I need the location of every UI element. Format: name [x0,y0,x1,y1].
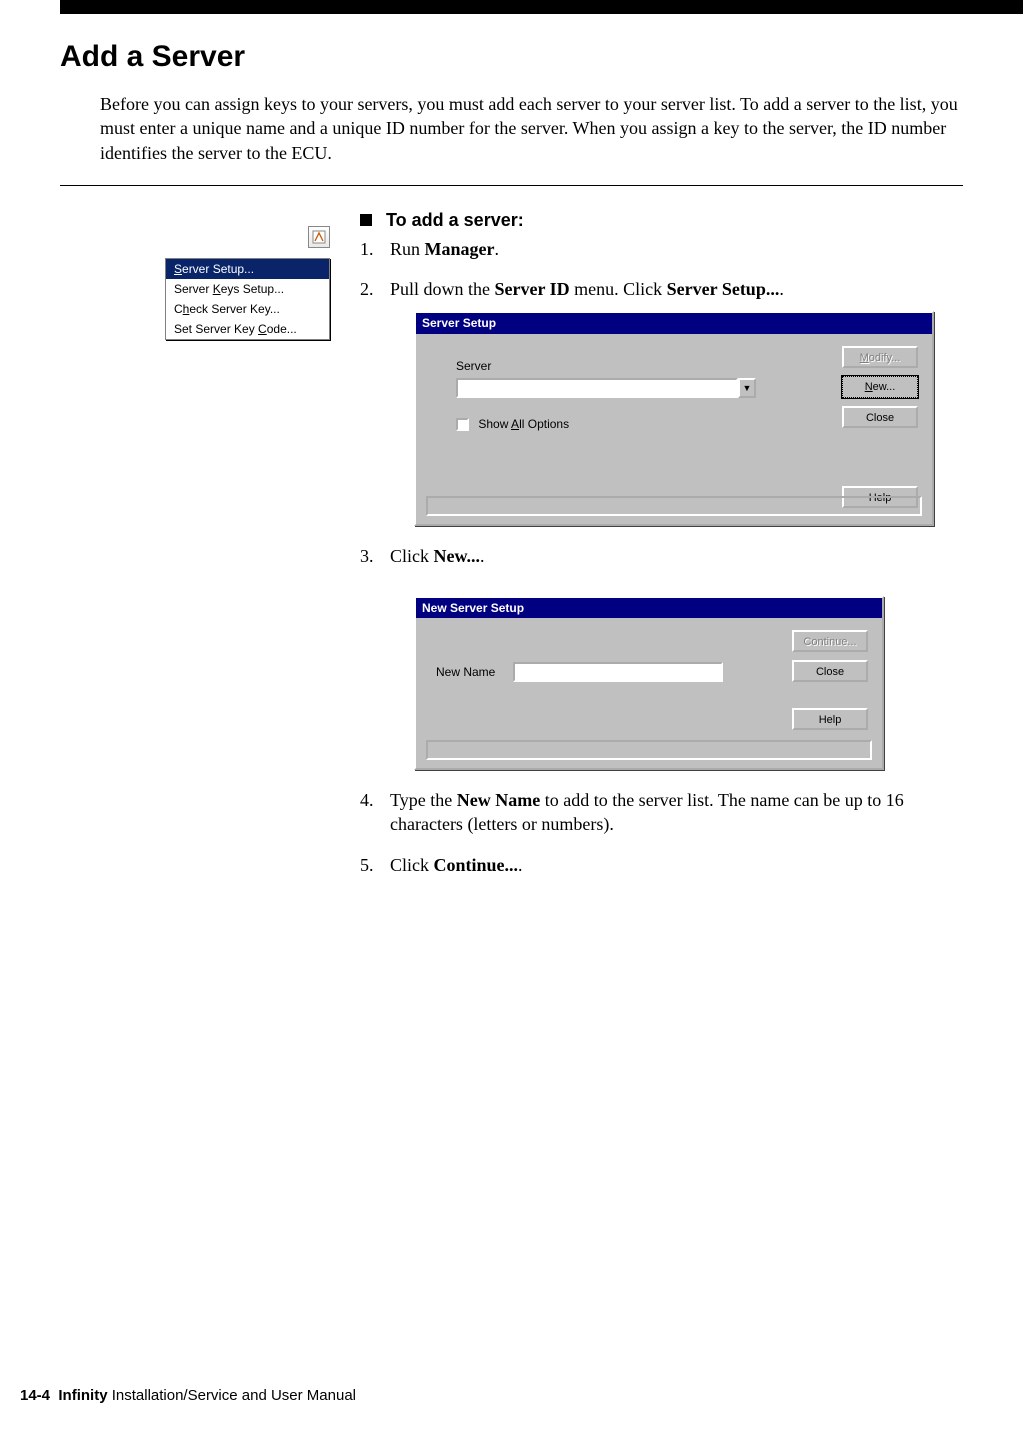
new-button[interactable]: New... [842,376,918,398]
continue-button[interactable]: Continue... [792,630,868,652]
step-5: Click Continue.... [360,853,963,877]
step-3: Click New.... New Server Setup New Name … [360,544,963,770]
dialog-title: Server Setup [416,313,932,333]
new-name-label: New Name [436,664,495,680]
procedure-heading: To add a server: [360,210,963,231]
dropdown-arrow-icon[interactable]: ▼ [738,378,756,398]
close-button[interactable]: Close [842,406,918,428]
help-button-2[interactable]: Help [792,708,868,730]
menu-item-server-setup[interactable]: Server Setup... [166,259,329,279]
step-2: Pull down the Server ID menu. Click Serv… [360,277,963,525]
server-dropdown-input[interactable] [456,378,738,398]
section-title: Add a Server [60,40,963,74]
divider [60,185,963,186]
intro-paragraph: Before you can assign keys to your serve… [100,92,963,165]
page-footer: 14-4 Infinity Installation/Service and U… [20,1387,356,1404]
dialog-title-2: New Server Setup [416,598,882,618]
menu-item-server-keys-setup[interactable]: Server Keys Setup... [166,279,329,299]
close-button-2[interactable]: Close [792,660,868,682]
modify-button[interactable]: Modify... [842,346,918,368]
show-all-checkbox[interactable] [456,418,469,431]
server-setup-dialog: Server Setup Server ▼ [414,311,934,525]
step-4: Type the New Name to add to the server l… [360,788,963,837]
show-all-label: Show All Options [478,417,569,431]
header-bar [60,0,1023,14]
square-bullet-icon [360,214,372,226]
new-name-input[interactable] [513,662,723,682]
menu-item-check-server-key[interactable]: Check Server Key... [166,299,329,319]
step-1: Run Manager. [360,237,963,261]
status-bar [426,496,922,516]
server-label: Server [456,358,756,374]
server-id-menu: Server Setup... Server Keys Setup... Che… [165,258,330,340]
manager-icon [308,226,330,248]
menu-item-set-server-key-code[interactable]: Set Server Key Code... [166,319,329,339]
status-bar-2 [426,740,872,760]
new-server-setup-dialog: New Server Setup New Name Continue... Cl… [414,596,884,770]
